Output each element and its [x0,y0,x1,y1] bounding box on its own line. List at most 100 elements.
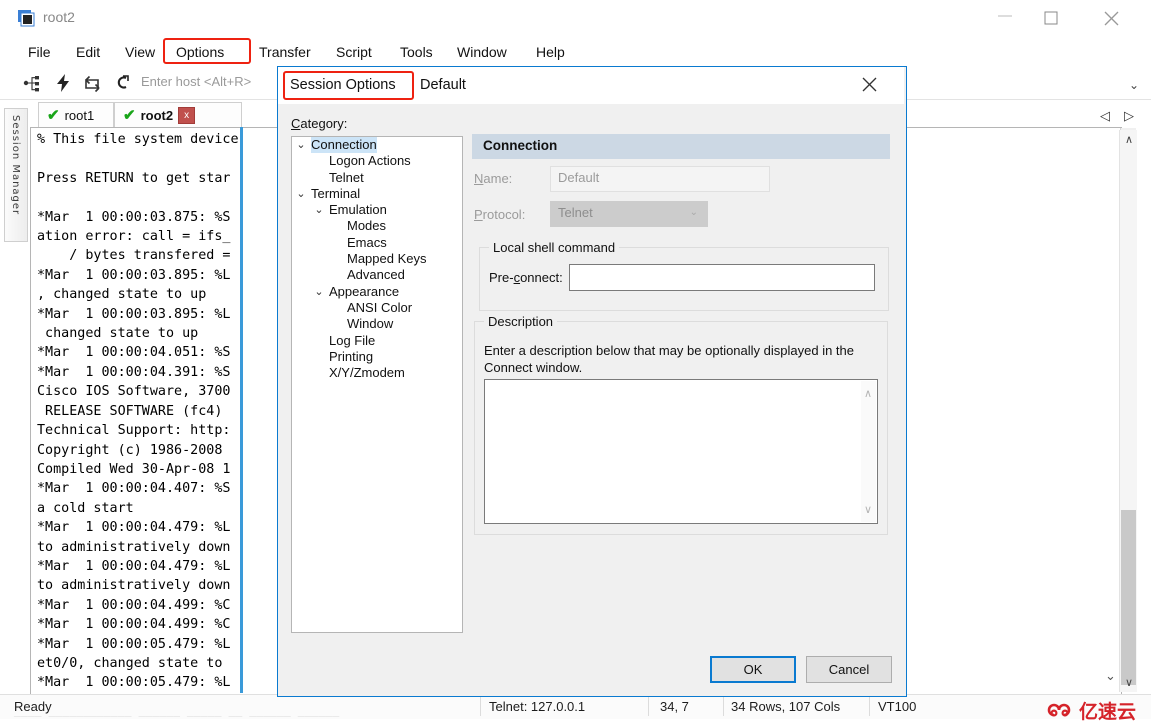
tree-item-label: ANSI Color [347,299,413,315]
tree-item-printing[interactable]: Printing [292,349,462,365]
preconnect-input[interactable] [569,264,875,291]
options-menu-highlight-box [163,38,251,64]
tree-item-label: Emacs [347,234,387,250]
tree-item-x-y-zmodem[interactable]: X/Y/Zmodem [292,365,462,381]
tree-item-label: Modes [347,218,387,234]
scroll-down-icon[interactable]: ∨ [864,503,872,516]
tree-item-logon-actions[interactable]: Logon Actions [292,153,462,169]
menu-tools[interactable]: Tools [394,42,439,62]
tab-close-icon[interactable]: x [178,106,196,124]
menu-view[interactable]: View [119,42,161,62]
protocol-select: Telnet ⌄ [550,201,708,227]
minimize-button[interactable] [983,0,1029,32]
dialog-title-suffix: Default [420,77,466,93]
session-options-dialog: Session Options Default Category: ⌄ Conne… [277,66,907,697]
tree-item-label: Terminal [311,185,361,201]
tree-item-label: Log File [329,332,376,348]
chevron-down-icon[interactable]: ⌄ [313,202,325,218]
tree-item-telnet[interactable]: Telnet [292,170,462,186]
chevron-down-icon[interactable]: ⌄ [295,186,307,202]
protocol-label: Protocol: [474,207,526,222]
tree-item-emulation[interactable]: ⌄ Emulation [292,202,462,218]
tab-status-check-icon: ✔ [47,106,60,124]
host-input[interactable]: Enter host <Alt+R> [141,74,251,89]
reconnect-icon[interactable] [83,73,103,93]
window-titlebar: root2 [0,0,1151,37]
statusbar-caret-icon[interactable]: ⌄ [1105,668,1116,684]
description-help-text: Enter a description below that may be op… [484,343,854,375]
description-textarea[interactable]: ∧ ∨ [484,379,878,524]
panel-header-label: Connection [483,138,558,153]
tab-status-check-icon: ✔ [123,106,136,124]
menu-help[interactable]: Help [530,42,571,62]
dialog-titlebar: Session Options Default [278,67,904,104]
category-label: Category: [291,116,348,131]
session-manager-panel[interactable]: Session Manager [4,108,28,242]
tree-item-connection[interactable]: ⌄ Connection [292,137,462,154]
close-button[interactable] [1089,0,1135,32]
background-ghost-text: ____ ____________ ______ _____ __ ______… [0,703,340,717]
tree-item-label: Printing [329,348,374,364]
chevron-down-icon[interactable]: ⌄ [295,137,307,153]
tree-item-log-file[interactable]: Log File [292,333,462,349]
dialog-right-scrollbar[interactable]: ∧ ∨ [1119,130,1137,692]
tree-item-label: Telnet [329,169,364,185]
tree-item-label: Appearance [329,283,400,299]
scroll-up-icon[interactable]: ∧ [1124,133,1134,146]
description-scrollbar[interactable]: ∧ ∨ [861,381,876,522]
name-field: Default [550,166,770,192]
tab-label: root1 [64,107,95,123]
watermark-logo-icon [1047,703,1071,717]
tab-prev-icon[interactable]: ◁ [1100,108,1116,124]
tree-item-label: Mapped Keys [347,251,427,267]
window-title: root2 [43,9,75,25]
app-icon [17,9,35,27]
disconnect-icon[interactable] [112,73,132,93]
description-group-title: Description [484,314,558,329]
menu-edit[interactable]: Edit [70,42,106,62]
tab-root1[interactable]: ✔ root1 [38,102,114,127]
chevron-down-icon: ⌄ [689,207,698,218]
quick-connect-icon[interactable] [53,73,73,93]
dialog-scrollbar-thumb[interactable] [1121,510,1136,685]
watermark-text: 亿速云 [1079,701,1137,723]
maximize-button[interactable] [1029,0,1075,32]
tree-item-advanced[interactable]: Advanced [292,267,462,283]
tree-item-emacs[interactable]: Emacs [292,235,462,251]
tree-item-terminal[interactable]: ⌄ Terminal [292,186,462,202]
preconnect-label: Pre-connect: [489,270,563,285]
watermark: 亿速云 [1046,697,1136,724]
chevron-down-icon[interactable]: ⌄ [313,284,325,300]
tab-root2[interactable]: ✔ root2 x [114,102,242,127]
category-tree[interactable]: ⌄ Connection Logon Actions Telnet ⌄ Terminal ⌄… [291,136,463,633]
tree-item-window[interactable]: Window [292,316,462,332]
menu-transfer[interactable]: Transfer [253,42,317,62]
application-root: root2 File Edit View Options Transfer Sc… [0,0,1151,725]
terminal-selection-edge [240,127,243,693]
tree-item-appearance[interactable]: ⌄ Appearance [292,284,462,300]
dialog-title-highlight-box [283,71,414,100]
ok-button[interactable]: OK [710,656,796,683]
dialog-close-icon[interactable] [861,76,883,96]
tree-item-ansi-color[interactable]: ANSI Color [292,300,462,316]
name-label: Name: [474,171,513,186]
cancel-button[interactable]: Cancel [806,656,892,683]
panel-header: Connection [472,134,890,159]
menu-window[interactable]: Window [451,42,513,62]
tree-item-label: Logon Actions [329,153,411,169]
tree-item-label: Connection [311,137,377,154]
menu-script[interactable]: Script [330,42,378,62]
scroll-up-icon[interactable]: ∧ [864,387,872,400]
category-label-rest: ategory: [300,116,348,131]
tree-item-label: Advanced [347,267,405,283]
tree-item-modes[interactable]: Modes [292,218,462,234]
tab-next-icon[interactable]: ▷ [1124,108,1140,124]
local-shell-command-title: Local shell command [489,240,620,255]
tree-item-label: X/Y/Zmodem [329,365,405,381]
connect-icon[interactable] [22,73,42,93]
menu-file[interactable]: File [22,42,57,62]
toolbar-overflow-caret-icon[interactable]: ⌄ [1129,78,1139,92]
protocol-value: Telnet [558,205,593,220]
scroll-down-icon[interactable]: ∨ [1124,676,1134,689]
tree-item-mapped-keys[interactable]: Mapped Keys [292,251,462,267]
